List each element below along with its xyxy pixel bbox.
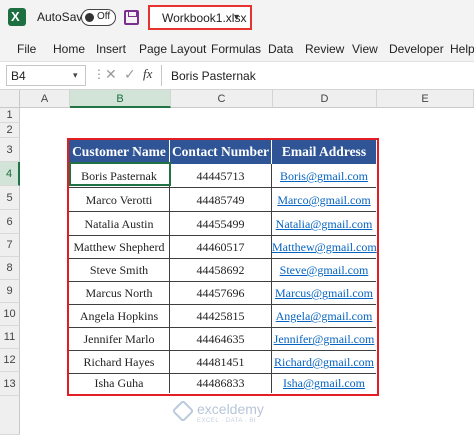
- formula-bar: B4 ▾ ⋮ ✕ ✓ fx Boris Pasternak: [0, 62, 474, 90]
- cell-customer-name[interactable]: Isha Guha: [69, 374, 170, 393]
- column-header-a[interactable]: A: [20, 90, 70, 108]
- cell-contact-number[interactable]: 44464635: [170, 328, 272, 351]
- select-all-corner[interactable]: [0, 90, 20, 108]
- cell-customer-name[interactable]: Steve Smith: [69, 259, 170, 282]
- name-box-value: B4: [11, 69, 26, 83]
- row-header[interactable]: 4: [0, 162, 20, 186]
- row-header[interactable]: 13: [0, 372, 20, 396]
- cell-customer-name[interactable]: Matthew Shepherd: [69, 236, 170, 259]
- menu-help[interactable]: Help: [450, 42, 474, 56]
- row-header[interactable]: 10: [0, 303, 20, 326]
- row-header[interactable]: 9: [0, 280, 20, 303]
- name-box[interactable]: B4 ▾: [6, 65, 86, 86]
- column-header-d[interactable]: D: [273, 90, 377, 108]
- cell-email-link[interactable]: Richard@gmail.com: [272, 351, 376, 374]
- exceldemy-logo-icon: [171, 399, 195, 423]
- column-header-e[interactable]: E: [377, 90, 474, 108]
- formula-input[interactable]: Boris Pasternak: [161, 65, 474, 86]
- cell-email-link[interactable]: Marcus@gmail.com: [272, 282, 376, 305]
- cell-contact-number[interactable]: 44457696: [170, 282, 272, 305]
- cell-email-link[interactable]: Marco@gmail.com: [272, 188, 376, 212]
- cell-email-link[interactable]: Angela@gmail.com: [272, 305, 376, 328]
- cell-customer-name[interactable]: Richard Hayes: [69, 351, 170, 374]
- watermark-name: exceldemy: [197, 401, 264, 417]
- row-header[interactable]: 11: [0, 326, 20, 349]
- cell-customer-name[interactable]: Angela Hopkins: [69, 305, 170, 328]
- column-header-b[interactable]: B: [70, 90, 171, 108]
- autosave-toggle[interactable]: Off: [81, 9, 116, 26]
- cell-contact-number[interactable]: 44445713: [170, 164, 272, 188]
- excel-logo-icon: [8, 8, 26, 26]
- row-header[interactable]: 12: [0, 349, 20, 372]
- cell-customer-name[interactable]: Marco Verotti: [69, 188, 170, 212]
- header-customer-name[interactable]: Customer Name: [69, 140, 170, 164]
- cell-email-link[interactable]: Boris@gmail.com: [272, 164, 376, 188]
- menu-data[interactable]: Data: [268, 42, 293, 56]
- autosave-state: Off: [97, 11, 111, 22]
- menu-developer[interactable]: Developer: [389, 42, 444, 56]
- row-header[interactable]: 8: [0, 257, 20, 280]
- header-email-address[interactable]: Email Address: [272, 140, 376, 164]
- workbook-name-button[interactable]: Workbook1.xlsx ▾: [148, 5, 252, 30]
- row-header[interactable]: 5: [0, 186, 20, 210]
- active-cell-selection: [69, 162, 171, 186]
- row-header[interactable]: [0, 396, 20, 435]
- cell-customer-name[interactable]: Jennifer Marlo: [69, 328, 170, 351]
- header-contact-number[interactable]: Contact Number: [170, 140, 272, 164]
- row-header[interactable]: 2: [0, 123, 20, 138]
- chevron-down-icon: ▾: [234, 12, 240, 23]
- cancel-icon[interactable]: ✕: [105, 66, 117, 83]
- cell-contact-number[interactable]: 44460517: [170, 236, 272, 259]
- menu-formulas[interactable]: Formulas: [211, 42, 261, 56]
- cell-customer-name[interactable]: Natalia Austin: [69, 212, 170, 236]
- menu-file[interactable]: File: [17, 42, 36, 56]
- cell-customer-name[interactable]: Marcus North: [69, 282, 170, 305]
- title-bar: AutoSave Off Workbook1.xlsx ▾: [0, 0, 474, 36]
- menu-view[interactable]: View: [352, 42, 378, 56]
- watermark-tagline: EXCEL · DATA · BI: [197, 418, 257, 424]
- toggle-knob-icon: [85, 13, 94, 22]
- menu-bar: File Home Insert Page Layout Formulas Da…: [0, 36, 474, 62]
- cell-contact-number[interactable]: 44425815: [170, 305, 272, 328]
- menu-review[interactable]: Review: [305, 42, 344, 56]
- row-header[interactable]: 6: [0, 210, 20, 234]
- cell-email-link[interactable]: Natalia@gmail.com: [272, 212, 376, 236]
- menu-insert[interactable]: Insert: [96, 42, 126, 56]
- cell-contact-number[interactable]: 44486833: [170, 374, 272, 393]
- cell-contact-number[interactable]: 44481451: [170, 351, 272, 374]
- row-header[interactable]: 7: [0, 234, 20, 257]
- row-header[interactable]: 3: [0, 138, 20, 162]
- cell-contact-number[interactable]: 44485749: [170, 188, 272, 212]
- more-options-icon[interactable]: ⋮: [93, 67, 105, 81]
- save-icon[interactable]: [124, 10, 139, 25]
- cell-contact-number[interactable]: 44458692: [170, 259, 272, 282]
- cell-email-link[interactable]: Matthew@gmail.com: [272, 236, 377, 259]
- chevron-down-icon[interactable]: ▾: [73, 70, 78, 81]
- cell-contact-number[interactable]: 44455499: [170, 212, 272, 236]
- formula-value: Boris Pasternak: [171, 69, 256, 83]
- enter-icon[interactable]: ✓: [124, 66, 136, 83]
- cell-email-link[interactable]: Steve@gmail.com: [272, 259, 376, 282]
- menu-page-layout[interactable]: Page Layout: [139, 42, 206, 56]
- cell-email-link[interactable]: Jennifer@gmail.com: [272, 328, 376, 351]
- insert-function-icon[interactable]: fx: [143, 66, 152, 82]
- watermark: exceldemy EXCEL · DATA · BI: [171, 399, 295, 428]
- menu-home[interactable]: Home: [53, 42, 85, 56]
- row-header[interactable]: 1: [0, 108, 20, 123]
- cell-email-link[interactable]: Isha@gmail.com: [272, 374, 376, 393]
- column-header-c[interactable]: C: [171, 90, 273, 108]
